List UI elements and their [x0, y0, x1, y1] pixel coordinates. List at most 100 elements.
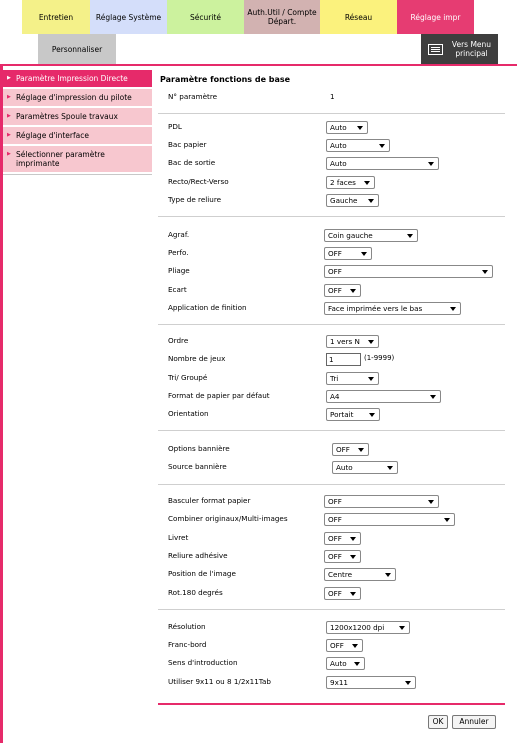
recto-verso-label: Recto/Rect-Verso — [168, 177, 229, 186]
param-label: N° paramètre — [168, 92, 218, 101]
section-divider — [158, 216, 505, 217]
recto-verso-select[interactable]: 2 faces — [326, 176, 375, 189]
tab-reglage-impr[interactable]: Réglage impr — [397, 0, 474, 34]
livret-row: Livret OFF — [158, 532, 505, 545]
orientation-select[interactable]: Portait — [326, 408, 380, 421]
pliage-row: Pliage OFF — [158, 265, 505, 278]
sidebar-item-pilote[interactable]: Réglage d'impression du pilote — [3, 89, 152, 106]
main-menu-button[interactable]: Vers Menu principal — [421, 34, 498, 64]
utiliser-select[interactable]: 9x11 — [326, 676, 416, 689]
banniere-options-select[interactable]: OFF — [332, 443, 369, 456]
reliure-adhesive-row: Reliure adhésive OFF — [158, 550, 505, 563]
banniere-source-select[interactable]: Auto — [332, 461, 398, 474]
tri-label: Tri/ Groupé — [168, 373, 208, 382]
section-divider — [158, 430, 505, 431]
ok-button[interactable]: OK — [428, 715, 448, 729]
franc-bord-select[interactable]: OFF — [326, 639, 363, 652]
tab-entretien[interactable]: Entretien — [22, 0, 90, 34]
pdl-row: PDL Auto — [158, 121, 505, 134]
section-divider — [158, 113, 505, 114]
sens-select[interactable]: Auto — [326, 657, 365, 670]
agraf-label: Agraf. — [168, 230, 190, 239]
ecart-select[interactable]: OFF — [324, 284, 361, 297]
header-divider — [0, 64, 517, 66]
jeux-label: Nombre de jeux — [168, 354, 226, 363]
ordre-select[interactable]: 1 vers N — [326, 335, 379, 348]
jeux-row: Nombre de jeux 1 (1-9999) — [158, 353, 505, 366]
finition-label: Application de finition — [168, 303, 247, 312]
cancel-button[interactable]: Annuler — [452, 715, 496, 729]
perfo-row: Perfo. OFF — [158, 247, 505, 260]
sidebar-item-impression-directe[interactable]: Paramètre Impression Directe — [3, 70, 152, 87]
combiner-row: Combiner originaux/Multi-images OFF — [158, 513, 505, 526]
sens-row: Sens d'introduction Auto — [158, 657, 505, 670]
agraf-select[interactable]: Coin gauche — [324, 229, 418, 242]
sidebar-item-selectionner[interactable]: Sélectionner paramètre imprimante — [3, 146, 152, 172]
resolution-row: Résolution 1200x1200 dpi — [158, 621, 505, 634]
franc-bord-label: Franc-bord — [168, 640, 207, 649]
finition-select[interactable]: Face imprimée vers le bas — [324, 302, 461, 315]
ecart-label: Ecart — [168, 285, 187, 294]
reliure-label: Type de reliure — [168, 195, 222, 204]
bac-sortie-select[interactable]: Auto — [326, 157, 439, 170]
tri-select[interactable]: Tri — [326, 372, 379, 385]
combiner-select[interactable]: OFF — [324, 513, 455, 526]
basculer-select[interactable]: OFF — [324, 495, 439, 508]
tab-auth-compte[interactable]: Auth.Util / Compte Départ. — [244, 0, 320, 34]
position-image-select[interactable]: Centre — [324, 568, 396, 581]
footer-divider — [158, 703, 505, 705]
tab-reseau[interactable]: Réseau — [320, 0, 397, 34]
format-label: Format de papier par défaut — [168, 391, 270, 400]
basculer-label: Basculer format papier — [168, 496, 251, 505]
jeux-input[interactable]: 1 — [326, 353, 361, 366]
reliure-adhesive-select[interactable]: OFF — [324, 550, 361, 563]
livret-select[interactable]: OFF — [324, 532, 361, 545]
utiliser-row: Utiliser 9x11 ou 8 1/2x11Tab 9x11 — [158, 676, 505, 689]
pliage-select[interactable]: OFF — [324, 265, 493, 278]
sidebar: Paramètre Impression Directe Réglage d'i… — [3, 70, 152, 175]
basculer-row: Basculer format papier OFF — [158, 495, 505, 508]
sidebar-item-spoule[interactable]: Paramètres Spoule travaux — [3, 108, 152, 125]
bac-sortie-row: Bac de sortie Auto — [158, 157, 505, 170]
banniere-options-row: Options bannière OFF — [158, 443, 505, 456]
tab-reglage-systeme[interactable]: Réglage Système — [90, 0, 167, 34]
format-row: Format de papier par défaut A4 — [158, 390, 505, 403]
pliage-label: Pliage — [168, 266, 190, 275]
menu-icon — [428, 43, 443, 55]
recto-verso-row: Recto/Rect-Verso 2 faces — [158, 176, 505, 189]
banniere-source-row: Source bannière Auto — [158, 461, 505, 474]
agraf-row: Agraf. Coin gauche — [158, 229, 505, 242]
bac-papier-label: Bac papier — [168, 140, 207, 149]
livret-label: Livret — [168, 533, 189, 542]
reliure-row: Type de reliure Gauche — [158, 194, 505, 207]
sidebar-item-interface[interactable]: Réglage d'interface — [3, 127, 152, 144]
utiliser-label: Utiliser 9x11 ou 8 1/2x11Tab — [168, 677, 271, 686]
perfo-select[interactable]: OFF — [324, 247, 372, 260]
bac-papier-select[interactable]: Auto — [326, 139, 390, 152]
rotation-select[interactable]: OFF — [324, 587, 361, 600]
pdl-label: PDL — [168, 122, 182, 131]
orientation-label: Orientation — [168, 409, 209, 418]
rotation-label: Rot.180 degrés — [168, 588, 223, 597]
page-title: Paramètre fonctions de base — [160, 75, 291, 84]
jeux-range: (1-9999) — [364, 354, 395, 362]
resolution-select[interactable]: 1200x1200 dpi — [326, 621, 410, 634]
tab-personnaliser[interactable]: Personnaliser — [38, 34, 116, 64]
bac-sortie-label: Bac de sortie — [168, 158, 216, 167]
rotation-row: Rot.180 degrés OFF — [158, 587, 505, 600]
section-divider — [158, 609, 505, 610]
ecart-row: Ecart OFF — [158, 284, 505, 297]
perfo-label: Perfo. — [168, 248, 189, 257]
section-divider — [158, 484, 505, 485]
franc-bord-row: Franc-bord OFF — [158, 639, 505, 652]
banniere-options-label: Options bannière — [168, 444, 230, 453]
sidebar-divider — [3, 174, 152, 175]
pdl-select[interactable]: Auto — [326, 121, 368, 134]
top-tab-bar: Entretien Réglage Système Sécurité Auth.… — [22, 0, 474, 34]
tab-securite[interactable]: Sécurité — [167, 0, 244, 34]
combiner-label: Combiner originaux/Multi-images — [168, 514, 288, 523]
format-select[interactable]: A4 — [326, 390, 441, 403]
position-image-label: Position de l'image — [168, 569, 236, 578]
banniere-source-label: Source bannière — [168, 462, 227, 471]
reliure-select[interactable]: Gauche — [326, 194, 379, 207]
